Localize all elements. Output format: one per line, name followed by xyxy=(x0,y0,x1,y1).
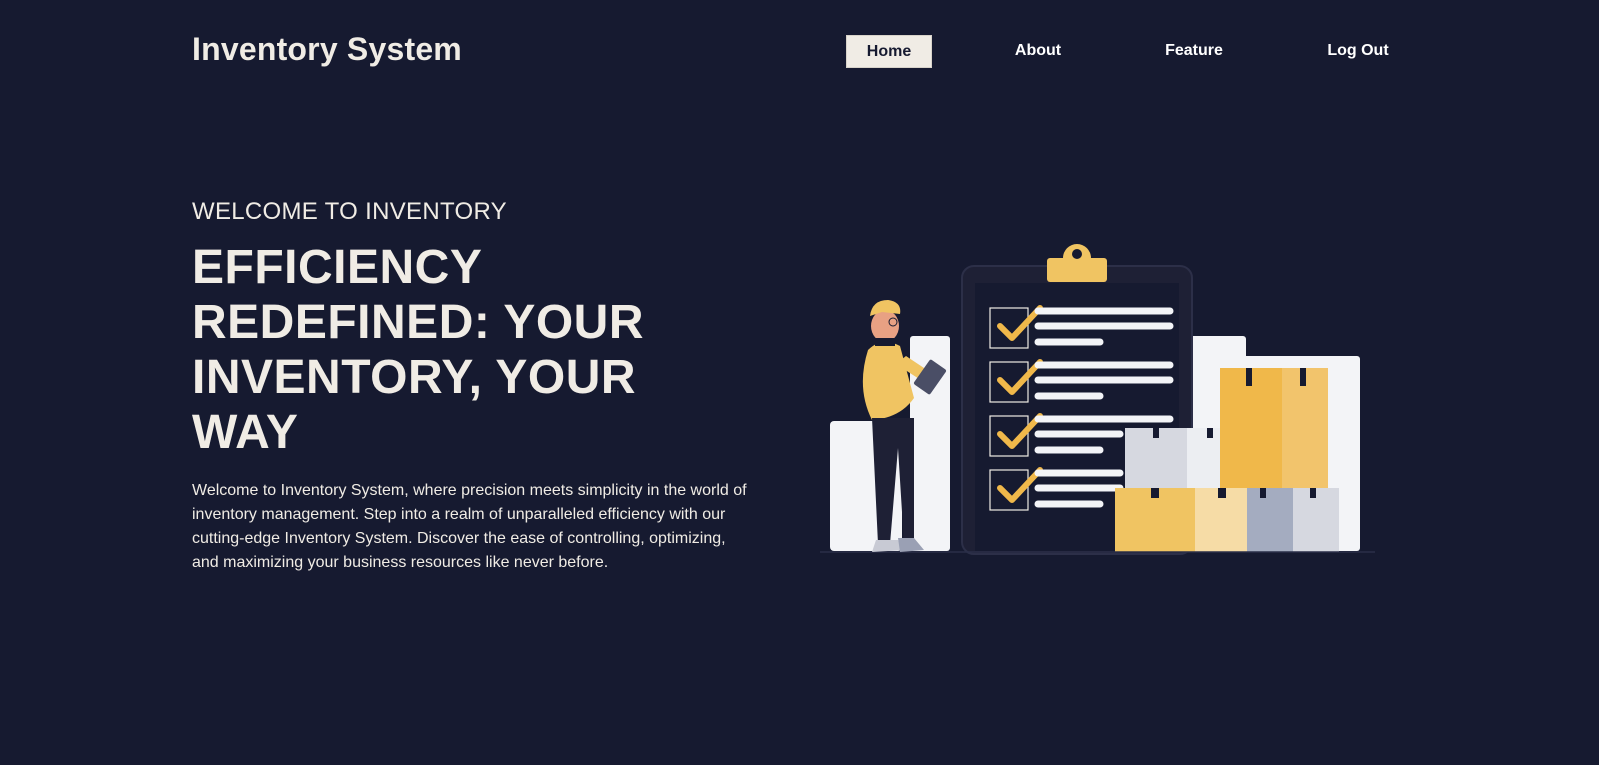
hero-kicker: WELCOME TO INVENTORY xyxy=(192,198,507,225)
hero-headline: EFFICIENCY REDEFINED: YOUR INVENTORY, YO… xyxy=(192,241,644,459)
site-header: Inventory System Home About Feature Log … xyxy=(0,0,1599,100)
hero-text: WELCOME TO INVENTORY EFFICIENCY REDEFINE… xyxy=(192,198,752,575)
nav-feature-link[interactable]: Feature xyxy=(1155,35,1233,66)
hero-intro: Welcome to Inventory System, where preci… xyxy=(192,482,747,571)
main-nav: Home About Feature Log Out xyxy=(0,35,1599,68)
nav-about-link[interactable]: About xyxy=(1000,35,1076,66)
inventory-checklist-illustration xyxy=(820,238,1380,568)
nav-home-link[interactable]: Home xyxy=(846,35,932,68)
nav-logout-link[interactable]: Log Out xyxy=(1318,35,1398,66)
